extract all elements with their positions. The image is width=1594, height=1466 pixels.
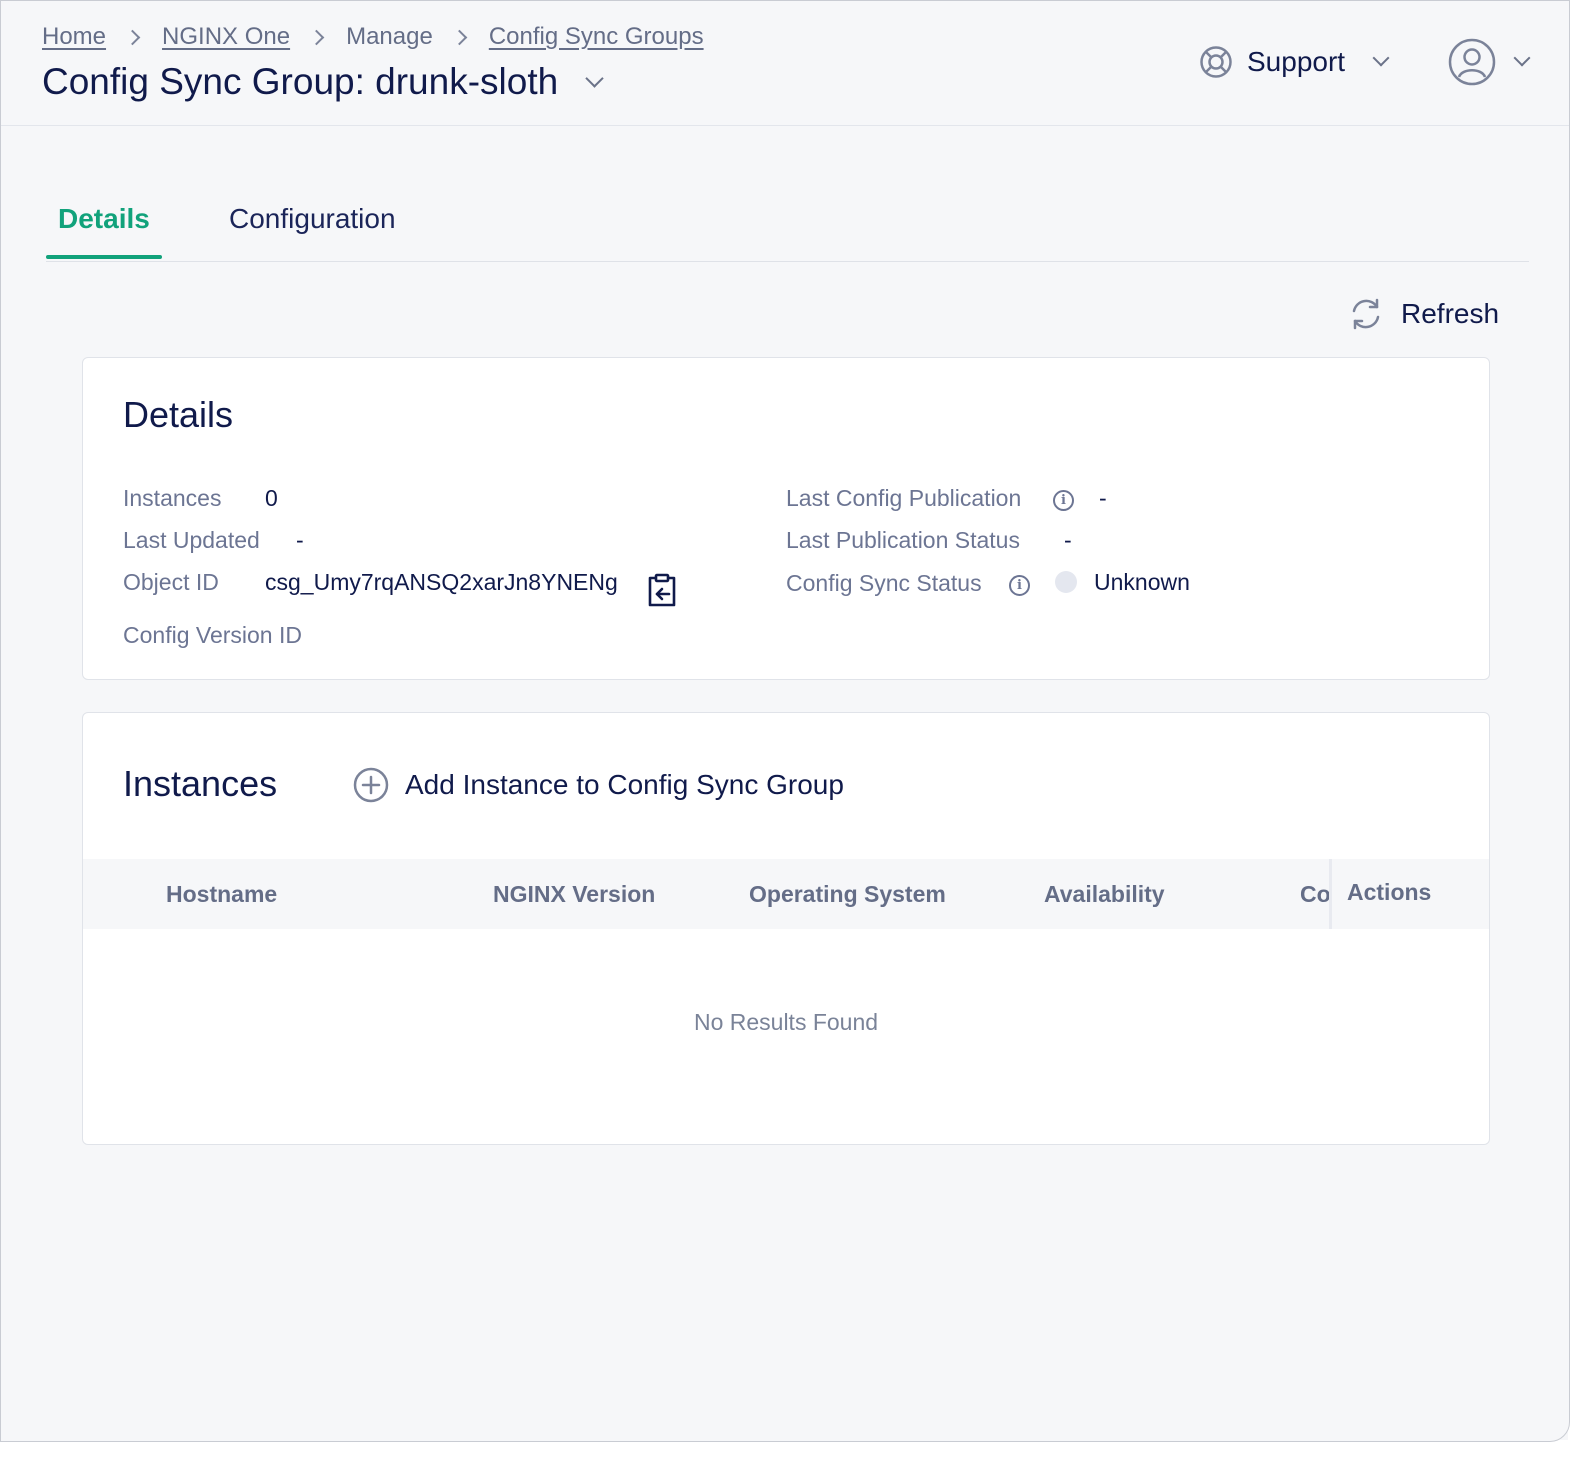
column-header-availability[interactable]: Availability	[1044, 881, 1165, 908]
add-instance-label: Add Instance to Config Sync Group	[405, 769, 844, 800]
tab-bar: Details Configuration	[46, 191, 1529, 262]
lifebuoy-icon	[1200, 46, 1232, 78]
chevron-right-icon	[308, 27, 328, 47]
chevron-right-icon	[124, 27, 144, 47]
config-version-id-label: Config Version ID	[123, 622, 302, 648]
instances-heading: Instances	[123, 763, 278, 804]
config-sync-status-value: Unknown	[1094, 569, 1190, 595]
user-menu[interactable]	[1448, 38, 1531, 86]
chevron-down-icon	[585, 68, 604, 88]
details-heading: Details	[123, 394, 234, 435]
column-header-actions: Actions	[1347, 879, 1432, 905]
app-window: Home NGINX One Manage Config Sync Groups…	[0, 0, 1570, 1442]
breadcrumb: Home NGINX One Manage Config Sync Groups	[42, 23, 704, 51]
object-id-value: csg_Umy7rqANSQ2xarJn8YNENg	[265, 569, 618, 595]
info-icon[interactable]: i	[1009, 575, 1030, 596]
tab-details-label: Details	[58, 203, 150, 234]
tab-details[interactable]: Details	[58, 203, 150, 235]
column-header-truncated[interactable]: Co	[1300, 881, 1331, 908]
config-sync-status-label: Config Sync Status	[786, 570, 982, 596]
refresh-label: Refresh	[1401, 298, 1500, 329]
breadcrumb-manage: Manage	[346, 23, 433, 50]
instances-card: Instances Add Instance to Config Sync Gr…	[82, 712, 1490, 1145]
last-config-publication-label: Last Config Publication	[786, 485, 1022, 511]
info-icon[interactable]: i	[1053, 490, 1074, 511]
chevron-down-icon	[1513, 49, 1531, 67]
column-header-hostname[interactable]: Hostname	[166, 881, 277, 908]
instances-value: 0	[265, 485, 278, 511]
column-header-nginx-version[interactable]: NGINX Version	[493, 881, 655, 908]
breadcrumb-nginx-one[interactable]: NGINX One	[162, 23, 290, 51]
last-updated-label: Last Updated	[123, 527, 260, 553]
status-indicator	[1055, 571, 1077, 593]
last-config-publication-value: -	[1099, 485, 1107, 511]
breadcrumb-home[interactable]: Home	[42, 23, 106, 51]
page-title-selector[interactable]: Config Sync Group: drunk-sloth	[42, 61, 604, 103]
tab-configuration[interactable]: Configuration	[229, 203, 396, 235]
page-title: Config Sync Group: drunk-sloth	[42, 61, 559, 102]
active-tab-indicator	[46, 255, 162, 259]
empty-state-message: No Results Found	[693, 1009, 879, 1035]
support-label: Support	[1247, 46, 1346, 77]
support-menu[interactable]: Support	[1199, 45, 1390, 79]
add-instance-button[interactable]: Add Instance to Config Sync Group	[353, 767, 844, 803]
outer-margin-right	[1568, 0, 1594, 1466]
column-header-operating-system[interactable]: Operating System	[749, 881, 946, 908]
instances-label: Instances	[123, 485, 222, 511]
copy-to-clipboard-icon[interactable]	[645, 572, 679, 608]
breadcrumb-config-sync-groups[interactable]: Config Sync Groups	[489, 23, 704, 51]
refresh-icon	[1352, 298, 1380, 330]
last-publication-status-label: Last Publication Status	[786, 527, 1020, 553]
last-publication-status-value: -	[1064, 527, 1072, 553]
chevron-right-icon	[451, 27, 471, 47]
last-updated-value: -	[296, 527, 304, 553]
details-card: Details Instances 0 Last Updated - Objec…	[82, 357, 1490, 680]
table-header: Hostname NGINX Version Operating System …	[83, 859, 1489, 929]
chevron-down-icon	[1372, 49, 1390, 67]
page-header: Home NGINX One Manage Config Sync Groups…	[1, 1, 1569, 126]
outer-margin-bottom	[0, 1440, 1594, 1466]
object-id-label: Object ID	[123, 569, 219, 595]
refresh-button[interactable]: Refresh	[1349, 297, 1499, 331]
column-divider	[1329, 859, 1332, 929]
plus-circle-icon	[353, 767, 389, 803]
user-avatar-icon	[1448, 38, 1496, 86]
tab-configuration-label: Configuration	[229, 203, 396, 234]
